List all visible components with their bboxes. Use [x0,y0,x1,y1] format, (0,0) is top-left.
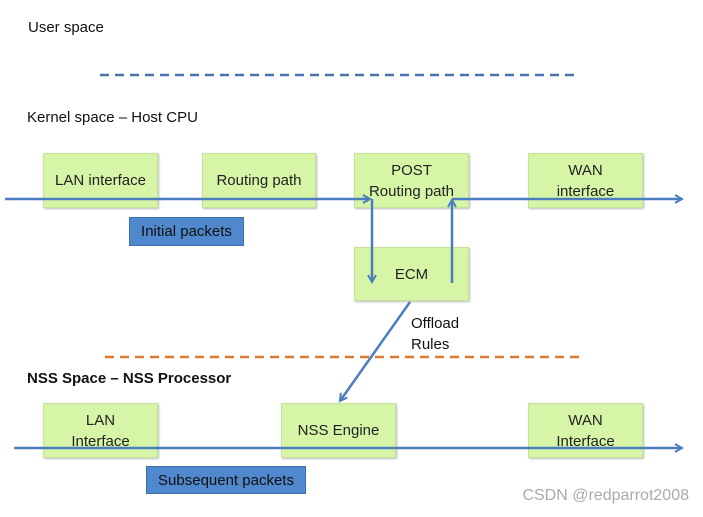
offload-rules-arrow [340,301,412,401]
arrows-layer [5,73,703,517]
watermark: CSDN @redparrot2008 [522,487,689,504]
diagram-canvas: User space Kernel space – Host CPU NSS S… [0,0,703,517]
